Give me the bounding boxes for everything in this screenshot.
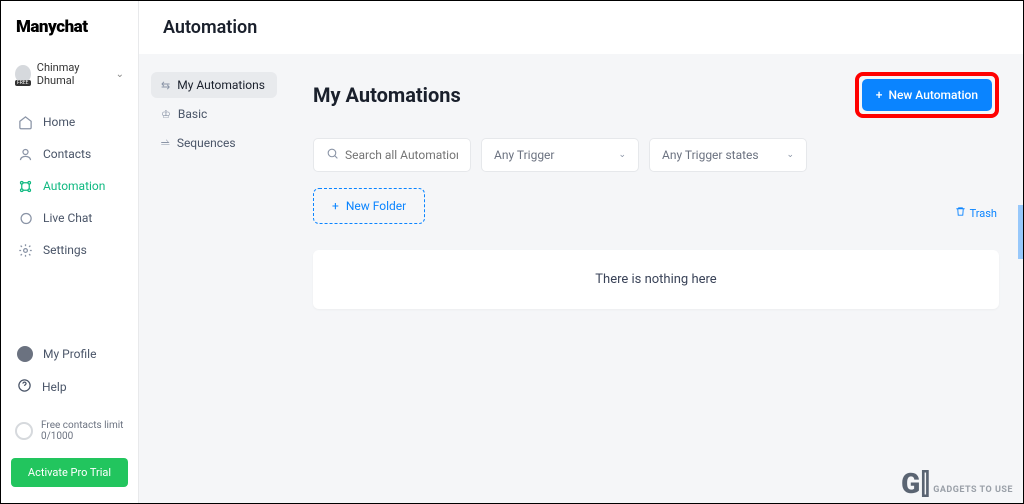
new-automation-button[interactable]: + New Automation: [862, 79, 992, 111]
nav-label: Contacts: [43, 147, 91, 161]
content-panel: My Automations + New Automation An: [289, 54, 1023, 503]
plan-badge: FREE: [15, 80, 31, 86]
secnav-label: My Automations: [177, 78, 265, 92]
nav-label: Home: [43, 115, 75, 129]
nav-list: Home Contacts Automation Live Chat Setti…: [11, 107, 128, 265]
automation-icon: [17, 178, 33, 194]
secnav-sequences[interactable]: ⥬ Sequences: [151, 130, 277, 156]
state-filter-dropdown[interactable]: Any Trigger states ⌄: [649, 138, 807, 172]
sequences-icon: ⥬: [161, 136, 170, 150]
nav-my-profile[interactable]: My Profile: [11, 340, 128, 368]
chevron-down-icon: ⌄: [786, 150, 794, 160]
primary-sidebar: Manychat FREE Chinmay Dhumal ⌄ Home Cont…: [1, 1, 139, 503]
contacts-limit: Free contacts limit 0/1000: [11, 414, 128, 448]
trigger-filter-dropdown[interactable]: Any Trigger ⌄: [481, 138, 639, 172]
nav-livechat[interactable]: Live Chat: [11, 203, 128, 233]
sidebar-bottom: My Profile Help Free contacts limit 0/10…: [11, 340, 128, 487]
trash-icon: [955, 206, 966, 220]
new-folder-button[interactable]: + New Folder: [313, 188, 425, 224]
dropdown-value: Any Trigger: [494, 148, 555, 162]
basic-icon: ♔: [161, 108, 171, 121]
filter-row: Any Trigger ⌄ Any Trigger states ⌄: [313, 138, 999, 172]
chat-icon: [17, 210, 33, 226]
flow-icon: ⇆: [161, 79, 170, 92]
nav-automation[interactable]: Automation: [11, 171, 128, 201]
limit-value: 0/1000: [41, 431, 123, 442]
dropdown-value: Any Trigger states: [662, 148, 759, 162]
secnav-label: Basic: [178, 107, 207, 121]
link-label: Trash: [970, 207, 997, 220]
panel-title: My Automations: [313, 83, 461, 107]
account-selector[interactable]: FREE Chinmay Dhumal ⌄: [11, 57, 128, 91]
secnav-label: Sequences: [177, 136, 236, 150]
brand-logo: Manychat: [11, 17, 128, 37]
activate-pro-button[interactable]: Activate Pro Trial: [11, 458, 128, 487]
nav-label: My Profile: [43, 347, 96, 361]
nav-contacts[interactable]: Contacts: [11, 139, 128, 169]
secnav-my-automations[interactable]: ⇆ My Automations: [151, 72, 277, 98]
contacts-icon: [17, 146, 33, 162]
gear-icon: [17, 242, 33, 258]
limit-label: Free contacts limit: [41, 420, 123, 431]
search-icon: [326, 147, 339, 163]
scrollbar-indicator: [1018, 205, 1023, 259]
page-title: Automation: [139, 1, 1023, 54]
trash-link[interactable]: Trash: [955, 206, 997, 220]
nav-settings[interactable]: Settings: [11, 235, 128, 265]
search-input-wrap[interactable]: [313, 138, 471, 172]
watermark: G⫿ GADGETS TO USE: [901, 473, 1013, 495]
chevron-down-icon: ⌄: [116, 69, 124, 80]
search-input[interactable]: [345, 148, 458, 162]
button-label: New Automation: [888, 88, 978, 102]
chevron-down-icon: ⌄: [618, 150, 626, 160]
nav-help[interactable]: Help: [11, 372, 128, 402]
avatar: FREE: [15, 65, 31, 83]
nav-label: Live Chat: [43, 211, 92, 225]
progress-circle-icon: [15, 422, 33, 440]
nav-label: Help: [42, 380, 67, 394]
profile-avatar-icon: [17, 346, 33, 362]
help-icon: [17, 378, 32, 396]
secnav-basic[interactable]: ♔ Basic: [151, 101, 277, 127]
secondary-sidebar: ⇆ My Automations ♔ Basic ⥬ Sequences: [139, 54, 289, 503]
nav-home[interactable]: Home: [11, 107, 128, 137]
account-name: Chinmay Dhumal: [37, 61, 110, 87]
plus-icon: +: [876, 88, 883, 102]
nav-label: Settings: [43, 243, 87, 257]
empty-state: There is nothing here: [313, 250, 999, 309]
plus-icon: +: [332, 199, 339, 213]
button-label: New Folder: [346, 199, 406, 213]
home-icon: [17, 114, 33, 130]
annotation-highlight: + New Automation: [855, 72, 999, 118]
nav-label: Automation: [43, 179, 105, 193]
main-area: Automation ⇆ My Automations ♔ Basic ⥬ Se…: [139, 1, 1023, 503]
